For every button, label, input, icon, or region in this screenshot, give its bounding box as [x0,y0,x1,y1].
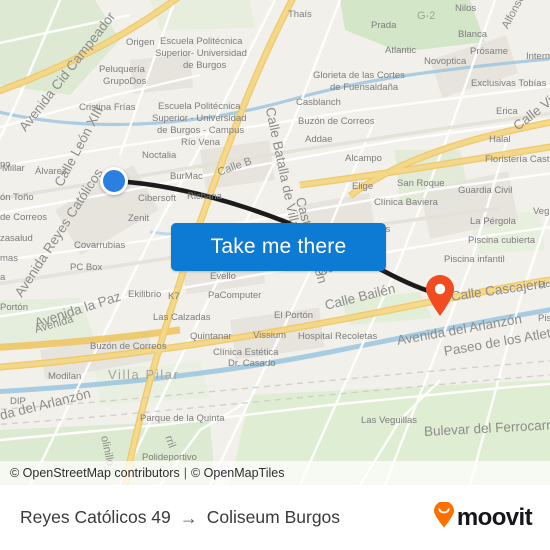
moovit-trip-map-screen: Avenida Cid Campeador Calle León XIII Orig… [0,0,550,550]
map-canvas[interactable]: Avenida Cid Campeador Calle León XIII Orig… [0,0,550,485]
attribution-separator: | [183,466,187,480]
moovit-logo[interactable]: moovit [433,501,533,533]
trip-destination-label: Coliseum Burgos [206,507,341,527]
attribution-osm[interactable]: © OpenStreetMap contributors [10,466,180,480]
moovit-pin-icon [433,501,455,533]
origin-marker[interactable] [100,167,128,195]
take-me-there-button[interactable]: Take me there [171,223,386,271]
destination-marker[interactable] [425,275,455,317]
trip-summary: Reyes Católicos 49 → Coliseum Burgos [20,507,340,528]
trip-footer: Reyes Católicos 49 → Coliseum Burgos moo… [0,485,550,550]
moovit-wordmark: moovit [456,503,533,531]
trip-origin-label: Reyes Católicos 49 [20,507,171,527]
attribution-maptiles[interactable]: © OpenMapTiles [191,466,285,480]
map-attribution: © OpenStreetMap contributors | © OpenMap… [0,461,550,485]
arrow-right-icon: → [179,507,198,528]
